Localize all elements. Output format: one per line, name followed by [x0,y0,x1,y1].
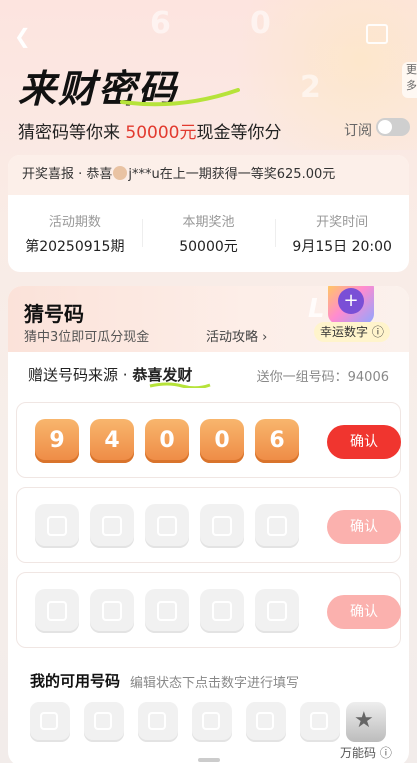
chevron-left-icon: ❮ [14,24,31,48]
wildcard-code-button[interactable]: ★ [346,702,386,742]
smile-icon [94,712,112,730]
star-icon: ★ [354,708,374,733]
empty-digit-slot[interactable] [90,589,134,633]
stat-value: 第20250915期 [25,239,125,255]
subtitle-text: 现金等你分 [196,123,282,143]
more-button[interactable]: 更多 [402,62,417,98]
digit-ball[interactable]: 0 [145,419,189,463]
empty-digit-slot[interactable] [255,589,299,633]
source-row: 赠送号码来源 · 恭喜发财 送你一组号码：94006 [16,352,401,396]
smile-icon [148,712,166,730]
back-button[interactable]: ❮ [14,24,31,48]
highlight-underline [149,382,211,388]
guess-row-3: 确认 [16,572,401,648]
guess-row-1: 9 4 0 0 6 确认 [16,402,401,478]
empty-digit-slot[interactable] [145,589,189,633]
smile-icon [47,601,67,621]
empty-digit-slot[interactable] [90,504,134,548]
stat-label: 本期奖池 [182,215,235,230]
smile-icon [102,601,122,621]
digit-ball[interactable]: 9 [35,419,79,463]
available-code-slot[interactable] [300,702,340,742]
confirm-button[interactable]: 确认 [327,510,401,544]
smile-icon [157,516,177,536]
available-code-slot[interactable] [84,702,124,742]
empty-digit-slot[interactable] [35,504,79,548]
stat-label: 活动期数 [48,215,101,230]
guess-row-2: 确认 [16,487,401,563]
available-code-slot[interactable] [246,702,286,742]
smile-icon [267,601,287,621]
lucky-number-label[interactable]: 幸运数字 ⓘ [314,322,390,342]
my-codes-title: 我的可用号码 [30,672,121,690]
empty-digit-slot[interactable] [200,589,244,633]
stat-label: 开奖时间 [316,215,369,230]
source-number: 送你一组号码：94006 [256,370,389,385]
guess-card: L 猜号码 猜中3位即可瓜分现金 活动攻略 › + 幸运数字 ⓘ 赠送号码来源 … [8,286,409,763]
my-codes-hint: 编辑状态下点击数字进行填写 [130,676,300,691]
stat-draw-time: 开奖时间 9月15日 20:00 [275,211,409,256]
digit-ball[interactable]: 6 [255,419,299,463]
empty-digit-slot[interactable] [145,504,189,548]
smile-icon [212,516,232,536]
subscribe-toggle[interactable] [376,118,410,136]
wildcard-label[interactable]: 万能码 ⓘ [340,744,392,761]
smile-icon [256,712,274,730]
stat-value: 9月15日 20:00 [292,239,392,255]
title-swoosh-decoration [120,88,240,107]
digit-ball[interactable]: 4 [90,419,134,463]
decor-digit: 0 [250,6,271,41]
available-code-slot[interactable] [138,702,178,742]
subscribe-label: 订阅 [344,123,372,139]
source-prefix: 赠送号码来源 · [28,366,133,384]
confirm-button[interactable]: 确认 [327,595,401,629]
subtitle-text: 猜密码等你来 [18,123,126,143]
smile-icon [267,516,287,536]
guess-subtitle: 猜中3位即可瓜分现金 [24,330,150,345]
scroll-indicator [198,758,220,762]
winner-user: j***u [128,167,160,182]
notice-prefix: 开奖喜报 · 恭喜 [22,167,113,182]
page-subtitle: 猜密码等你来 50000元现金等你分 [18,118,282,143]
info-card: 开奖喜报 · 恭喜 j***u在上一期获得一等奖625.00元 活动期数 第202… [8,155,409,272]
stats-row: 活动期数 第20250915期 本期奖池 50000元 开奖时间 9月15日 2… [8,195,409,272]
available-code-slot[interactable] [192,702,232,742]
stat-value: 50000元 [179,239,238,255]
avatar [113,166,128,180]
decor-digit: 2 [300,70,321,105]
watermark-decoration: L [308,294,325,324]
confirm-button[interactable]: 确认 [327,425,401,459]
prize-amount: 50000元 [125,123,197,143]
stat-period: 活动期数 第20250915期 [8,211,142,256]
smile-icon [212,601,232,621]
available-code-slot[interactable] [30,702,70,742]
smile-icon [310,712,328,730]
smile-icon [102,516,122,536]
decor-digit: 6 [150,6,171,41]
empty-digit-slot[interactable] [200,504,244,548]
notice-suffix: 在上一期获得一等奖625.00元 [159,167,336,182]
smile-icon [47,516,67,536]
share-button[interactable] [366,24,388,44]
guess-title: 猜号码 [24,302,84,326]
lucky-number-button[interactable]: + [328,286,374,324]
strategy-link[interactable]: 活动攻略 › [206,326,267,345]
smile-icon [157,601,177,621]
smile-icon [40,712,58,730]
empty-digit-slot[interactable] [255,504,299,548]
digit-ball[interactable]: 0 [200,419,244,463]
empty-digit-slot[interactable] [35,589,79,633]
stat-pool: 本期奖池 50000元 [141,211,276,256]
plus-icon: + [338,288,364,314]
winner-notice: 开奖喜报 · 恭喜 j***u在上一期获得一等奖625.00元 [8,155,409,195]
smile-icon [202,712,220,730]
